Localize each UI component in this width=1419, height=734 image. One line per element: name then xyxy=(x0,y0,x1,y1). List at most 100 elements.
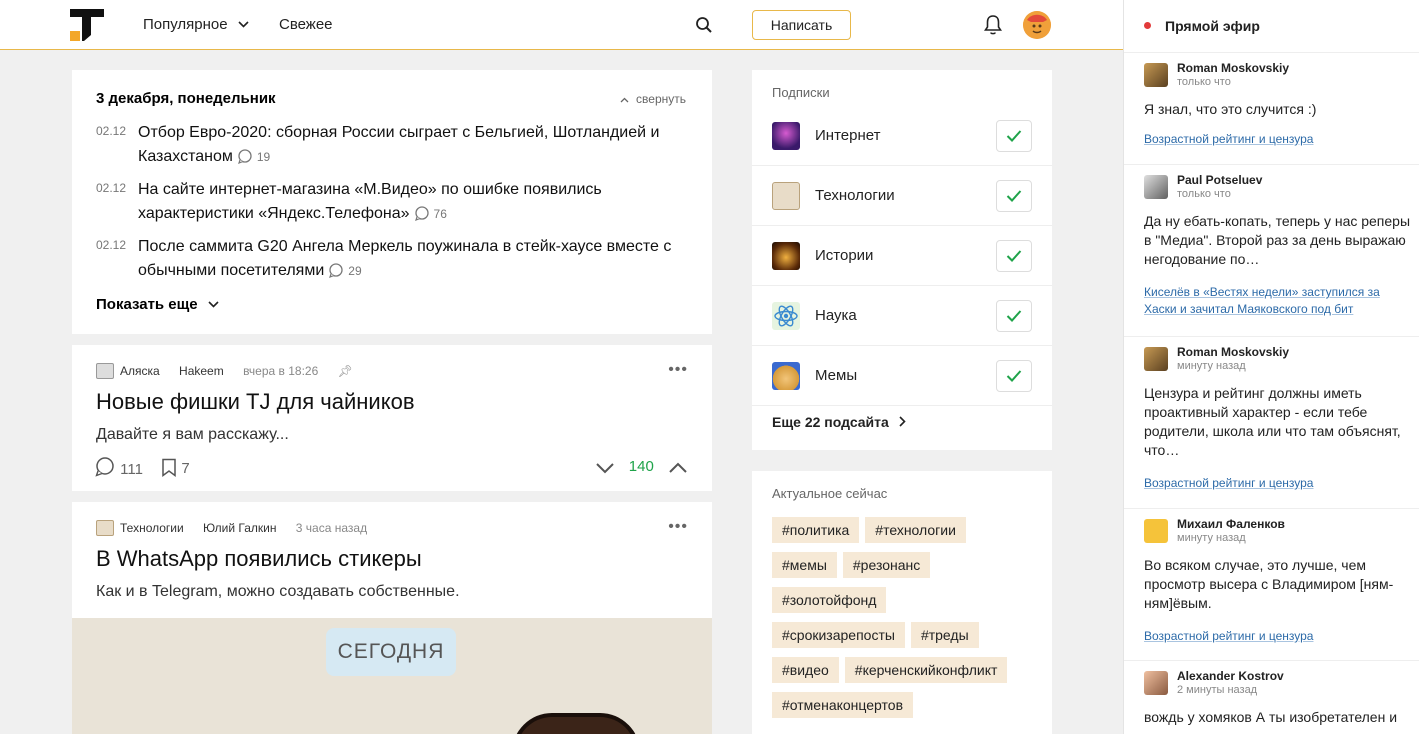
subscription-toggle[interactable] xyxy=(996,300,1032,332)
commenter-avatar[interactable] xyxy=(1144,175,1168,199)
hashtag[interactable]: #видео xyxy=(772,657,839,683)
commenter-avatar[interactable] xyxy=(1144,671,1168,695)
bookmark-button[interactable]: 7 xyxy=(161,458,190,477)
subscription-toggle[interactable] xyxy=(996,180,1032,212)
post-card: Технологии Юлий Галкин 3 часа назад ••• … xyxy=(72,502,712,734)
comment-post-link[interactable]: Возрастной рейтинг и цензура xyxy=(1144,628,1404,645)
subscription-name[interactable]: Истории xyxy=(815,247,873,264)
comment-author[interactable]: Михаил Фаленков xyxy=(1177,517,1285,531)
comment-text[interactable]: Цензура и рейтинг должны иметь проактивн… xyxy=(1144,384,1412,460)
post-subsite[interactable]: Технологии xyxy=(120,521,184,535)
news-item-date: 02.12 xyxy=(96,238,127,252)
chevron-right-icon xyxy=(899,416,906,427)
post-author[interactable]: Hakeem xyxy=(179,364,224,378)
show-more-label: Показать еще xyxy=(96,296,198,313)
comment-author[interactable]: Roman Moskovskiy xyxy=(1177,345,1289,359)
downvote-icon[interactable] xyxy=(595,462,615,474)
comments-button[interactable]: 111 xyxy=(94,457,143,478)
subscription-toggle[interactable] xyxy=(996,120,1032,152)
hashtag[interactable]: #политика xyxy=(772,517,860,543)
comment-author[interactable]: Paul Potseluev xyxy=(1177,173,1262,187)
collapse-button[interactable]: свернуть xyxy=(620,92,686,106)
hashtag[interactable]: #технологии xyxy=(865,517,966,543)
news-item-comments[interactable]: 19 xyxy=(237,149,270,165)
comment-post-link[interactable]: Киселёв в «Вестях недели» заступился за … xyxy=(1144,284,1404,318)
comment-text[interactable]: Во всяком случае, это лучше, чем просмот… xyxy=(1144,556,1412,613)
live-comment[interactable]: Roman Moskovskiy минуту назад Цензура и … xyxy=(1124,336,1419,508)
comment-post-link[interactable]: Возрастной рейтинг и цензура xyxy=(1144,475,1404,492)
live-feed-title: Прямой эфир xyxy=(1144,18,1260,34)
post-title[interactable]: В WhatsApp появились стикеры xyxy=(96,546,422,572)
news-item-title[interactable]: Отбор Евро-2020: сборная России сыграет … xyxy=(138,124,659,165)
hashtag[interactable]: #резонанс xyxy=(842,552,931,578)
news-item-comments[interactable]: 29 xyxy=(328,263,362,279)
more-subsites-link[interactable]: Еще 22 подсайта xyxy=(772,414,906,430)
hashtag[interactable]: #срокизарепосты xyxy=(772,622,905,648)
comment-text[interactable]: Я знал, что это случится :) xyxy=(1144,100,1412,119)
comment-post-link[interactable]: Возрастной рейтинг и цензура xyxy=(1144,131,1404,148)
write-button[interactable]: Написать xyxy=(752,10,851,40)
nav-popular[interactable]: Популярное xyxy=(143,16,249,33)
user-avatar[interactable] xyxy=(1023,11,1051,39)
comments-count: 111 xyxy=(120,460,143,478)
post-meta: Аляска Hakeem вчера в 18:26 📌︎ xyxy=(96,363,353,379)
news-item-date: 02.12 xyxy=(96,181,127,195)
commenter-avatar[interactable] xyxy=(1144,347,1168,371)
hashtag[interactable]: #золотойфонд xyxy=(772,587,887,613)
subscription-name[interactable]: Технологии xyxy=(815,187,895,204)
comment-icon xyxy=(414,206,429,222)
post-time[interactable]: вчера в 18:26 xyxy=(243,364,318,378)
news-item-comments[interactable]: 76 xyxy=(414,206,447,222)
post-author[interactable]: Юлий Галкин xyxy=(203,521,276,535)
hashtag[interactable]: #мемы xyxy=(772,552,837,578)
live-comment[interactable]: Alexander Kostrov 2 минуты назад вождь у… xyxy=(1124,660,1419,734)
live-comment[interactable]: Михаил Фаленков минуту назад Во всяком с… xyxy=(1124,508,1419,660)
post-time[interactable]: 3 часа назад xyxy=(296,521,367,535)
nav-fresh[interactable]: Свежее xyxy=(279,16,333,33)
post-image[interactable]: СЕГОДНЯ xyxy=(72,618,712,734)
upvote-icon[interactable] xyxy=(668,462,688,474)
live-comment[interactable]: Paul Potseluev только что Да ну ебать-ко… xyxy=(1124,164,1419,336)
subscription-item[interactable]: Интернет xyxy=(752,106,1052,166)
pin-icon: 📌︎ xyxy=(337,364,353,378)
subscription-name[interactable]: Интернет xyxy=(815,127,880,144)
hashtag[interactable]: #треды xyxy=(910,622,979,648)
comment-time: 2 минуты назад xyxy=(1177,684,1258,696)
subscription-item[interactable]: Технологии xyxy=(752,166,1052,226)
live-comment[interactable]: Roman Moskovskiy только что Я знал, что … xyxy=(1124,52,1419,164)
comment-author[interactable]: Roman Moskovskiy xyxy=(1177,61,1289,75)
subscription-name[interactable]: Мемы xyxy=(815,367,857,384)
commenter-avatar[interactable] xyxy=(1144,519,1168,543)
tj-logo[interactable] xyxy=(70,9,104,41)
subscription-item[interactable]: Истории xyxy=(752,226,1052,286)
comment-text[interactable]: Да ну ебать-копать, теперь у нас реперы … xyxy=(1144,212,1412,269)
bell-icon[interactable] xyxy=(983,14,1003,36)
post-subsite[interactable]: Аляска xyxy=(120,364,160,378)
more-options-icon[interactable]: ••• xyxy=(668,518,688,536)
subscription-toggle[interactable] xyxy=(996,360,1032,392)
more-options-icon[interactable]: ••• xyxy=(668,361,688,379)
comment-time: минуту назад xyxy=(1177,532,1246,544)
post-subtitle[interactable]: Давайте я вам расскажу... xyxy=(96,426,289,444)
news-item-title[interactable]: На сайте интернет-магазина «М.Видео» по … xyxy=(138,181,602,222)
news-item-title[interactable]: После саммита G20 Ангела Меркель поужина… xyxy=(138,238,671,279)
search-icon[interactable] xyxy=(695,16,713,34)
subscription-item[interactable]: Мемы xyxy=(752,346,1052,406)
subscription-toggle[interactable] xyxy=(996,240,1032,272)
news-digest-card: 3 декабря, понедельник свернуть 02.12 От… xyxy=(72,70,712,334)
hashtag[interactable]: #отменаконцертов xyxy=(772,692,914,718)
sticker-shape xyxy=(512,713,640,734)
post-title[interactable]: Новые фишки TJ для чайников xyxy=(96,389,415,415)
live-feed-title-label: Прямой эфир xyxy=(1165,18,1260,34)
subscription-item[interactable]: Наука xyxy=(752,286,1052,346)
top-header: Популярное Свежее Написать xyxy=(0,0,1123,50)
comment-author[interactable]: Alexander Kostrov xyxy=(1177,669,1284,683)
post-subtitle[interactable]: Как и в Telegram, можно создавать собств… xyxy=(96,583,460,601)
comment-text[interactable]: вождь у хомяков А ты изобретателен и xyxy=(1144,708,1412,727)
show-more-button[interactable]: Показать еще xyxy=(96,296,219,313)
avatar-face-icon xyxy=(1023,11,1051,39)
more-subsites-label: Еще 22 подсайта xyxy=(772,414,889,430)
commenter-avatar[interactable] xyxy=(1144,63,1168,87)
hashtag[interactable]: #керченскийконфликт xyxy=(844,657,1008,683)
subscription-name[interactable]: Наука xyxy=(815,307,857,324)
